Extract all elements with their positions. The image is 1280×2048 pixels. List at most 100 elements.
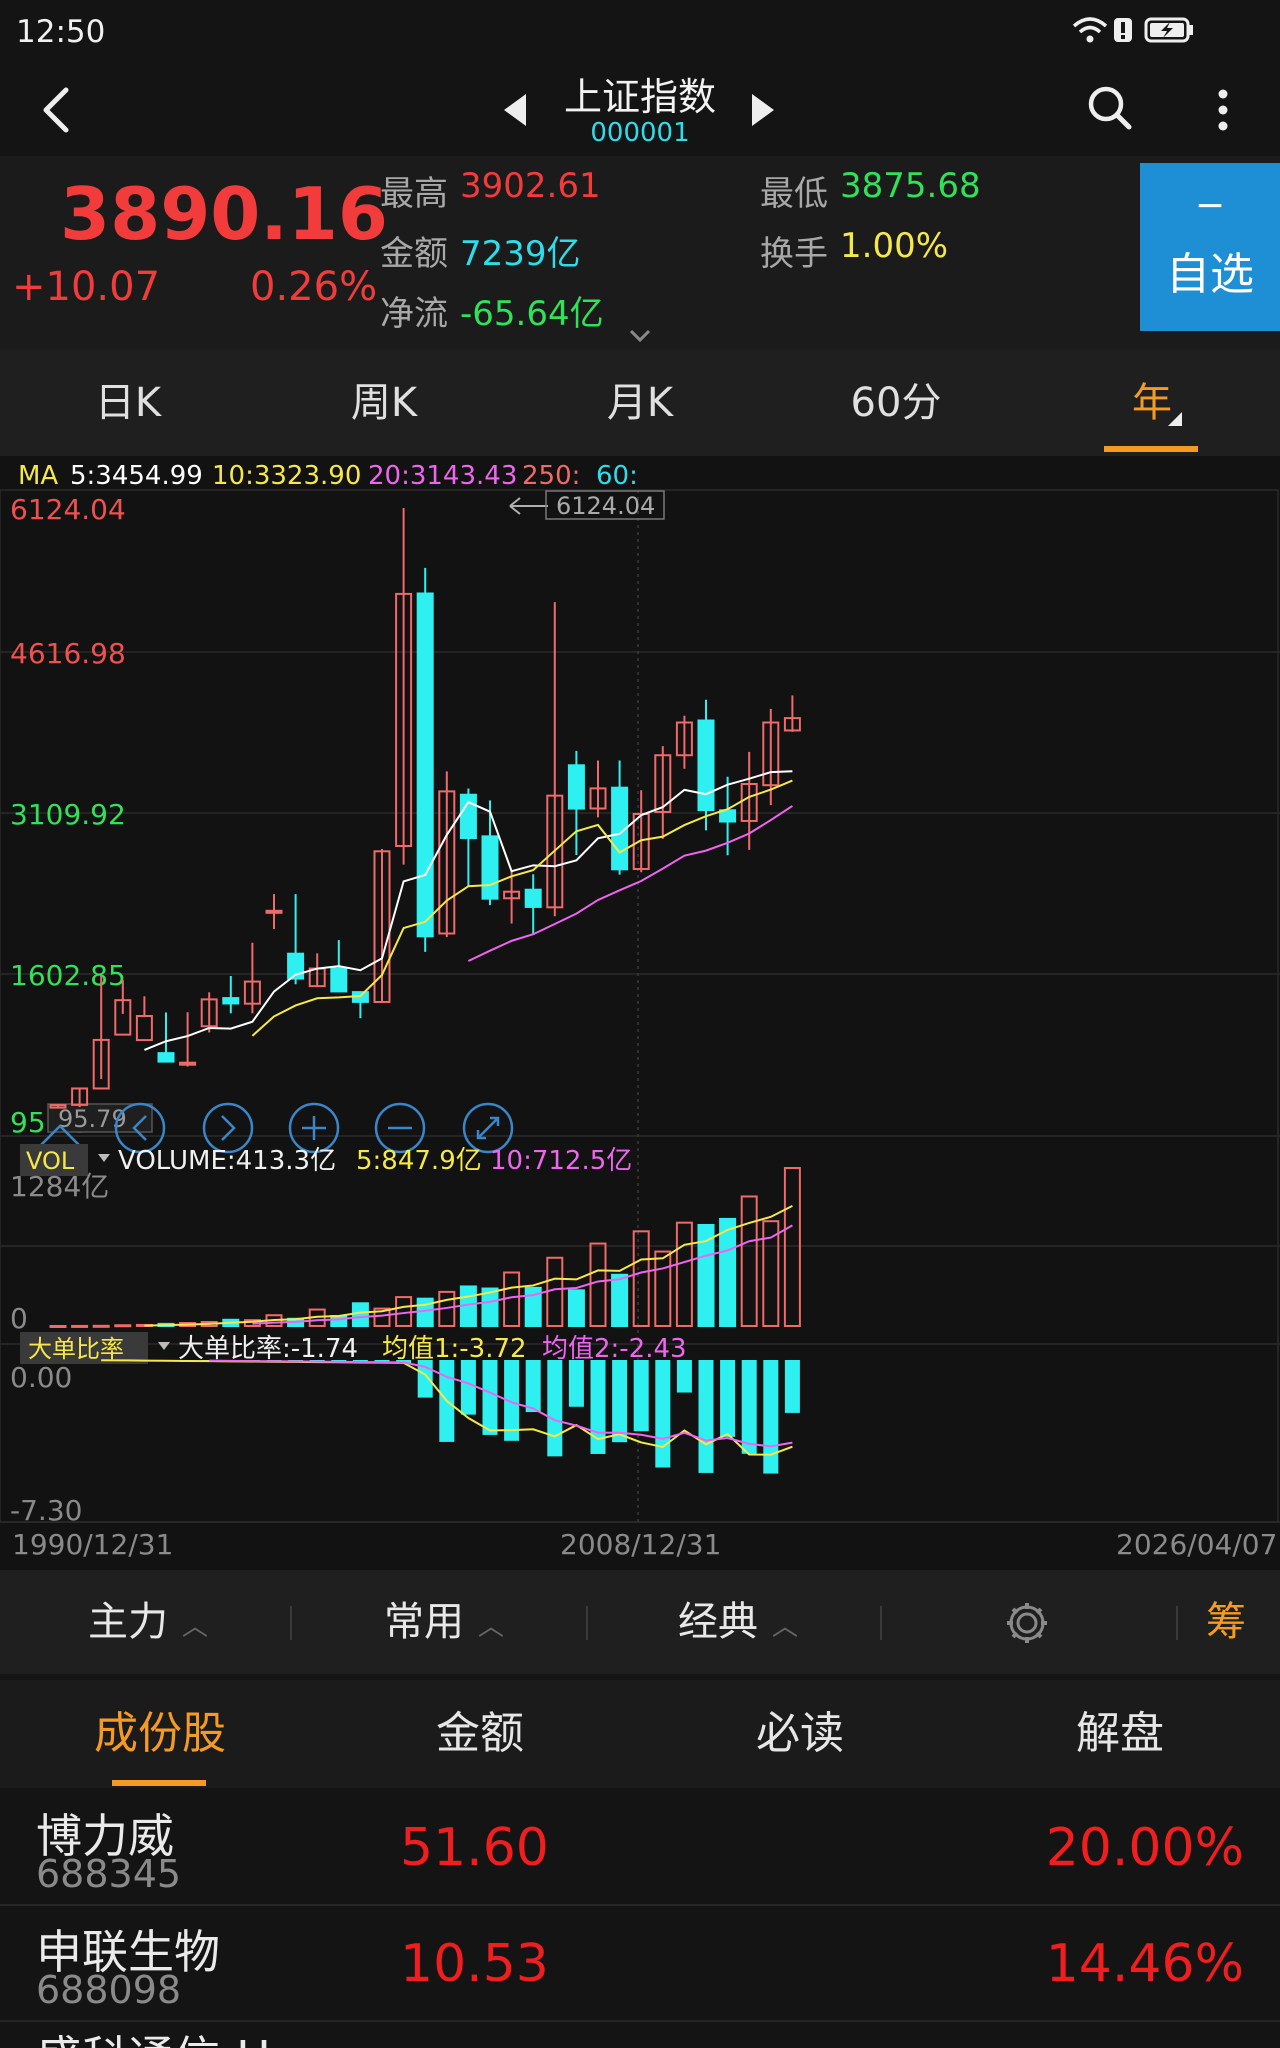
period-tabs: 日K 周K 月K 60分 年 — [0, 350, 1280, 456]
ratio-bar — [612, 1360, 628, 1443]
expand-chevron-icon[interactable] — [628, 328, 652, 344]
ratio-axis-zero: 0.00 — [10, 1361, 72, 1394]
volume-ma10: 10:712.5亿 — [490, 1146, 632, 1176]
price-change: +10.07 — [12, 264, 161, 310]
ratio-bar — [720, 1360, 736, 1437]
kline-chart[interactable]: MA 5:3454.99 10:3323.90 20:3143.43 250: … — [0, 456, 1280, 1570]
netflow-value: -65.64亿 — [460, 294, 604, 334]
ma250-value: 250: — [522, 461, 580, 491]
amount-value: 7239亿 — [460, 234, 581, 274]
candle-body — [265, 909, 283, 914]
stock-code: 688098 — [36, 1968, 182, 2012]
wifi-icon — [1072, 17, 1108, 43]
tool-main-force[interactable]: 主力 ︿ — [88, 1570, 208, 1674]
volume-axis-zero: 0 — [10, 1302, 28, 1335]
status-bar: 12:50 — [0, 0, 1280, 64]
battery-icon — [1144, 17, 1193, 43]
ratio-tag[interactable]: 大单比率 — [28, 1335, 124, 1363]
tab-week-k[interactable]: 周K — [256, 350, 512, 456]
turnover-value: 1.00% — [840, 226, 949, 266]
tool-common[interactable]: 常用 ︿ — [384, 1570, 504, 1674]
low-label: 最低 — [760, 174, 828, 214]
stock-code: 688345 — [36, 1852, 182, 1896]
volume-bar — [71, 1324, 89, 1328]
active-tab-indicator — [1104, 446, 1198, 452]
last-price: 3890.16 — [60, 172, 388, 256]
stock-row[interactable]: 申联生物 688098 10.53 14.46% — [0, 1906, 1280, 2022]
tab-analysis[interactable]: 解盘 — [960, 1680, 1280, 1788]
volume-bar — [719, 1217, 737, 1328]
chevron-up-icon: ︿ — [182, 1612, 209, 1642]
tab-must-read[interactable]: 必读 — [640, 1680, 960, 1788]
ratio-bar — [763, 1360, 779, 1474]
more-icon[interactable] — [1214, 88, 1232, 136]
ratio-bar — [525, 1360, 541, 1413]
candle-body — [524, 888, 542, 908]
turnover-label: 换手 — [760, 234, 828, 274]
tab-year[interactable]: 年 — [1024, 350, 1280, 456]
date-axis-end: 2026/04/07 — [1116, 1528, 1277, 1561]
toolbar-divider — [880, 1606, 882, 1640]
price-axis-4: 1602.85 — [10, 959, 126, 992]
stock-row[interactable]: 盛科通信-U — [0, 2022, 1280, 2048]
volume-bar — [49, 1325, 67, 1328]
price-axis-max: 6124.04 — [10, 493, 126, 526]
tab-constituents[interactable]: 成份股 — [0, 1680, 320, 1788]
stock-name: 盛科通信-U — [36, 2022, 270, 2048]
candle-body — [222, 997, 240, 1005]
settings-gear-icon[interactable] — [1004, 1600, 1050, 1646]
volume-bar — [567, 1289, 585, 1327]
ratio-value: 大单比率:-1.74 — [178, 1334, 358, 1364]
volume-value: VOLUME:413.3亿 — [118, 1146, 336, 1176]
indicator-toolbar: 主力 ︿ 常用 ︿ 经典 ︿ 筹 — [0, 1570, 1280, 1674]
candle-body — [330, 967, 348, 993]
amount-label: 金额 — [380, 234, 448, 274]
title-bar: 上证指数 000001 — [0, 64, 1280, 156]
candle-body — [697, 719, 715, 812]
price-axis-3: 3109.92 — [10, 798, 126, 831]
tab-day-k[interactable]: 日K — [0, 350, 256, 456]
stock-row[interactable]: 博力威 688345 51.60 20.00% — [0, 1790, 1280, 1906]
volume-bar — [611, 1273, 629, 1328]
max-marker-label: 6124.04 — [556, 492, 655, 520]
stock-change-pct: 14.46% — [1045, 1934, 1244, 1994]
chevron-up-icon: ︿ — [478, 1612, 505, 1642]
tab-60min[interactable]: 60分 — [768, 350, 1024, 456]
tool-main-force-label: 主力 — [88, 1599, 168, 1645]
stock-price: 51.60 — [400, 1818, 549, 1878]
ratio-bar — [568, 1360, 584, 1407]
tool-chips[interactable]: 筹 — [1206, 1570, 1246, 1674]
candle-body — [567, 764, 585, 810]
volume-axis-max: 1284亿 — [10, 1170, 109, 1203]
add-favorite-button[interactable]: − 自选 — [1140, 163, 1280, 331]
price-change-pct: 0.26% — [250, 264, 378, 310]
alert-icon — [1114, 18, 1132, 42]
status-time: 12:50 — [16, 14, 106, 50]
ratio-bar — [741, 1360, 757, 1454]
ma5-value: 5:3454.99 — [70, 461, 203, 491]
ratio-axis-min: -7.30 — [10, 1494, 82, 1527]
toolbar-divider — [1176, 1606, 1178, 1640]
volume-ma5: 5:847.9亿 — [356, 1146, 482, 1176]
favorite-label: 自选 — [1166, 249, 1254, 300]
ma10-value: 10:3323.90 — [212, 461, 361, 491]
tab-month-k[interactable]: 月K — [512, 350, 768, 456]
ratio-bar — [655, 1360, 671, 1468]
next-index-icon[interactable] — [748, 92, 778, 128]
ratio-bar — [633, 1360, 649, 1432]
tab-amount[interactable]: 金额 — [320, 1680, 640, 1788]
high-value: 3902.61 — [460, 166, 601, 206]
high-label: 最高 — [380, 174, 448, 214]
volume-bar — [330, 1315, 348, 1328]
ratio-bar — [698, 1360, 714, 1473]
tool-classic-label: 经典 — [678, 1599, 758, 1645]
low-value: 3875.68 — [840, 166, 981, 206]
stock-price: 10.53 — [400, 1934, 549, 1994]
candle-body — [157, 1052, 175, 1063]
volume-bar — [114, 1324, 132, 1328]
search-icon[interactable] — [1086, 84, 1134, 134]
ratio-bar — [547, 1360, 563, 1457]
ma20-value: 20:3143.43 — [368, 461, 517, 491]
tool-classic[interactable]: 经典 ︿ — [678, 1570, 798, 1674]
toolbar-divider — [586, 1606, 588, 1640]
